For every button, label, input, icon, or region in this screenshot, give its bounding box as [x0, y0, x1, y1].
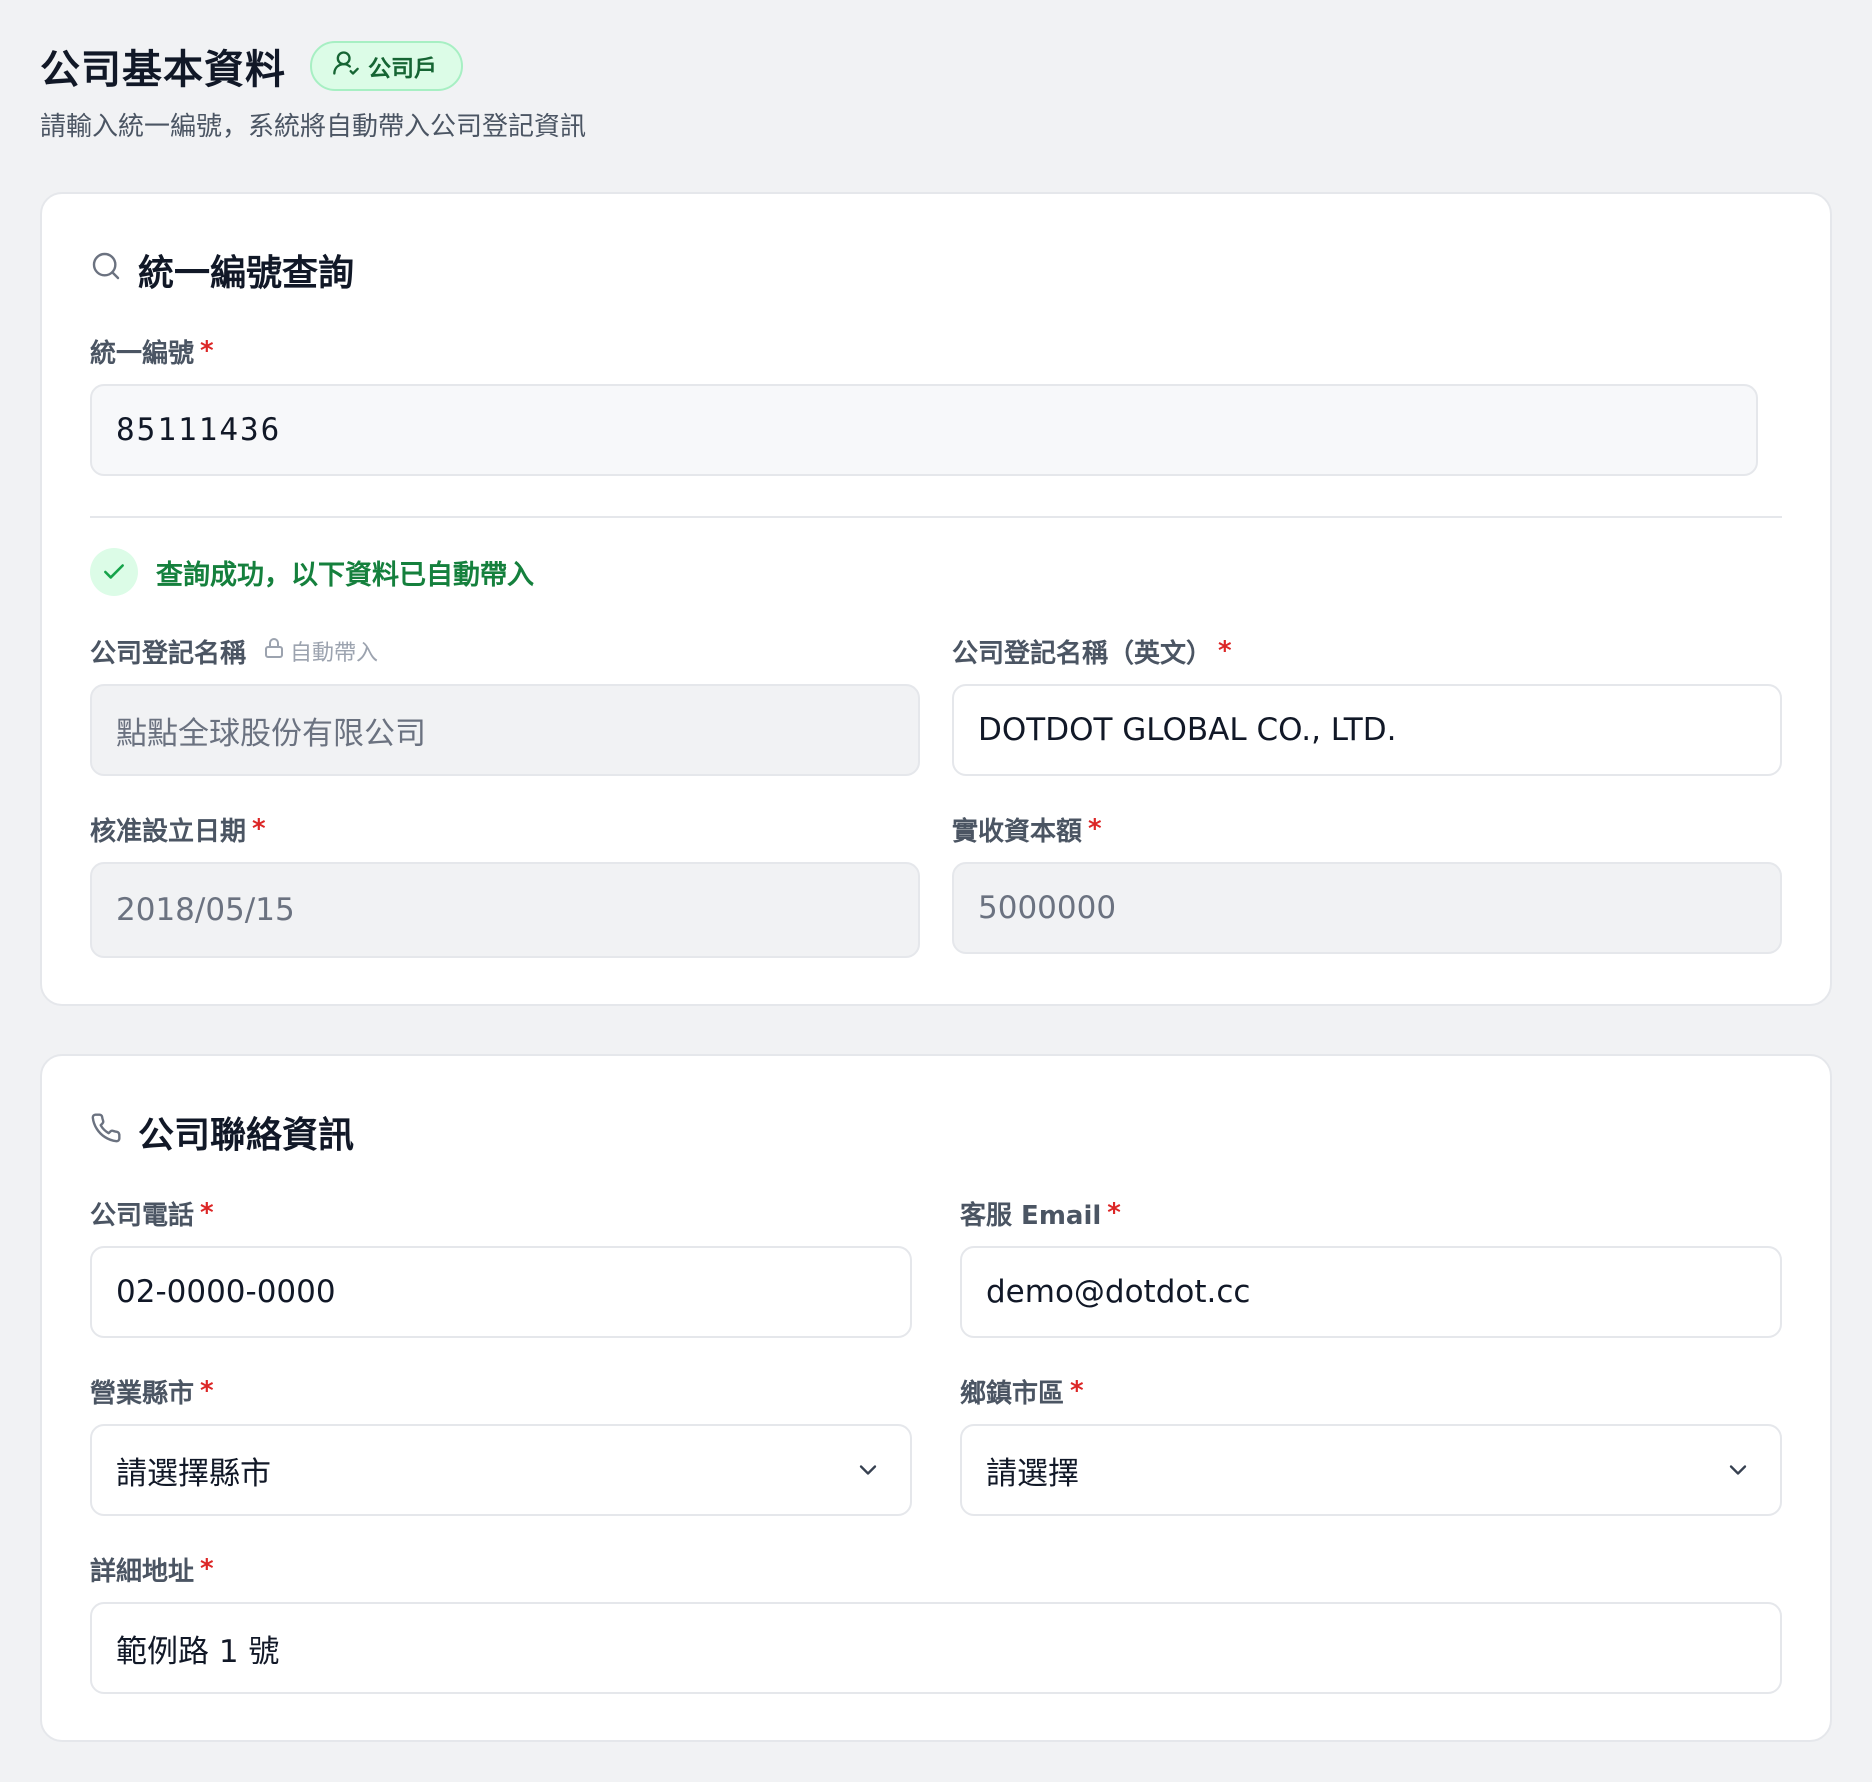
required-mark: * — [200, 1198, 214, 1228]
company-name-label: 公司登記名稱 自動帶入 — [90, 634, 378, 669]
account-type-badge: 公司戶 — [310, 41, 463, 91]
email-input[interactable]: demo@dotdot.cc — [960, 1246, 1782, 1338]
company-info-page: 公司基本資料 公司戶 請輸入統一編號，系統將自動帶入公司登記資訊 統一編號查詢 — [0, 0, 1872, 1782]
founded-date-label: 核准設立日期 * — [90, 812, 266, 847]
search-icon — [90, 250, 122, 291]
tax-id-label-text: 統一編號 — [90, 338, 195, 369]
contact-section-heading: 公司聯絡資訊 — [138, 1115, 355, 1156]
capital-value: 5000000 — [978, 890, 1117, 926]
phone-label-text: 公司電話 — [90, 1200, 195, 1231]
district-select[interactable]: 請選擇 — [960, 1424, 1782, 1516]
user-check-icon — [332, 49, 360, 83]
email-label-text: 客服 Email — [960, 1200, 1102, 1231]
required-mark: * — [252, 814, 266, 844]
phone-label: 公司電話 * — [90, 1196, 214, 1231]
tax-id-lookup-card: 統一編號查詢 統一編號 * 85111436 查詢成功，以下資料已自動帶入 公司… — [40, 192, 1832, 1006]
required-mark: * — [1218, 636, 1232, 666]
check-icon — [90, 548, 138, 596]
phone-value: 02-0000-0000 — [116, 1274, 336, 1310]
address-input[interactable]: 範例路 1 號 — [90, 1602, 1782, 1694]
contact-info-card: 公司聯絡資訊 公司電話 * 02-0000-0000 客服 Email * de… — [40, 1054, 1832, 1742]
required-mark: * — [200, 1554, 214, 1584]
required-mark: * — [200, 1376, 214, 1406]
capital-label-text: 實收資本額 — [952, 816, 1083, 847]
capital-input: 5000000 — [952, 862, 1782, 954]
lookup-success-message: 查詢成功，以下資料已自動帶入 — [90, 548, 534, 596]
company-name-value: 點點全球股份有限公司 — [116, 715, 426, 752]
tax-id-input[interactable]: 85111436 — [90, 384, 1758, 476]
founded-date-value: 2018/05/15 — [116, 892, 295, 928]
company-name-label-text: 公司登記名稱 — [90, 638, 247, 669]
phone-input[interactable]: 02-0000-0000 — [90, 1246, 912, 1338]
capital-label: 實收資本額 * — [952, 812, 1102, 847]
company-name-en-input[interactable]: DOTDOT GLOBAL CO., LTD. — [952, 684, 1782, 776]
chevron-down-icon — [1724, 1456, 1752, 1484]
district-selected-value: 請選擇 — [986, 1455, 1079, 1492]
company-name-en-value: DOTDOT GLOBAL CO., LTD. — [978, 712, 1397, 748]
founded-date-input: 2018/05/15 — [90, 862, 920, 958]
divider — [90, 516, 1782, 518]
page-header: 公司基本資料 公司戶 — [40, 38, 463, 94]
founded-date-label-text: 核准設立日期 — [90, 816, 247, 847]
required-mark: * — [1088, 814, 1102, 844]
company-name-en-label-text: 公司登記名稱（英文） — [952, 638, 1213, 669]
lock-icon — [262, 636, 286, 666]
email-label: 客服 Email * — [960, 1196, 1121, 1231]
city-label: 營業縣市 * — [90, 1374, 214, 1409]
tax-id-value: 85111436 — [116, 412, 282, 448]
city-selected-value: 請選擇縣市 — [116, 1455, 271, 1492]
auto-fill-tag-text: 自動帶入 — [290, 641, 379, 666]
address-label: 詳細地址 * — [90, 1552, 214, 1587]
phone-icon — [90, 1112, 122, 1153]
address-label-text: 詳細地址 — [90, 1556, 195, 1587]
city-label-text: 營業縣市 — [90, 1378, 195, 1409]
tax-id-label: 統一編號 * — [90, 334, 214, 369]
chevron-down-icon — [854, 1456, 882, 1484]
lookup-section-title: 統一編號查詢 — [90, 247, 355, 294]
required-mark: * — [1107, 1198, 1121, 1228]
district-label-text: 鄉鎮市區 — [960, 1378, 1065, 1409]
success-text: 查詢成功，以下資料已自動帶入 — [156, 559, 534, 591]
company-name-input: 點點全球股份有限公司 — [90, 684, 920, 776]
account-type-label: 公司戶 — [368, 56, 437, 82]
contact-section-title: 公司聯絡資訊 — [90, 1109, 355, 1156]
auto-fill-tag: 自動帶入 — [262, 635, 378, 667]
page-title: 公司基本資料 — [40, 47, 286, 93]
lookup-section-heading: 統一編號查詢 — [138, 253, 355, 294]
district-label: 鄉鎮市區 * — [960, 1374, 1084, 1409]
company-name-en-label: 公司登記名稱（英文） * — [952, 634, 1232, 669]
city-select[interactable]: 請選擇縣市 — [90, 1424, 912, 1516]
required-mark: * — [1070, 1376, 1084, 1406]
email-value: demo@dotdot.cc — [986, 1274, 1251, 1310]
required-mark: * — [200, 336, 214, 366]
address-value: 範例路 1 號 — [116, 1633, 280, 1670]
page-subtitle: 請輸入統一編號，系統將自動帶入公司登記資訊 — [40, 112, 587, 142]
